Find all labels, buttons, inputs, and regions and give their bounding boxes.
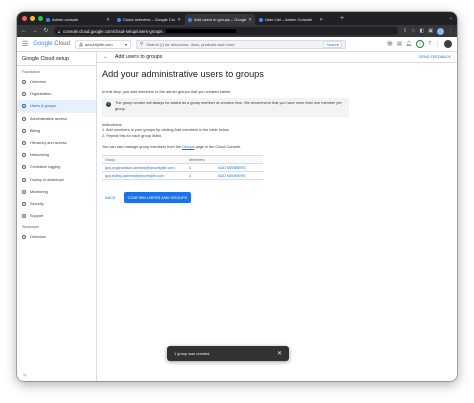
redacted-url-segment <box>165 29 236 33</box>
tab-close-icon[interactable]: ✕ <box>319 17 323 23</box>
group-email-link[interactable]: gcp-billing-admins@securitytile.com <box>102 174 189 178</box>
send-feedback-link[interactable]: SEND FEEDBACK <box>419 55 451 59</box>
bookmark-star-icon[interactable]: ☆ <box>411 28 415 34</box>
table-row: gcp-billing-admins@securitytile.com 1 AD… <box>102 172 263 180</box>
more-vert-icon[interactable]: ⋮ <box>435 41 440 47</box>
group-email-link[interactable]: gcp-organization-admins@securitytile.com <box>102 166 189 170</box>
manage-prefix: You can also manage group members from t… <box>102 145 183 149</box>
instruction-step: 2. Repeat this for each group listed. <box>102 133 162 138</box>
back-arrow-icon[interactable]: ← <box>21 28 27 34</box>
manage-suffix: page in the Cloud Console. <box>194 145 242 149</box>
manage-groups-text: You can also manage group members from t… <box>102 145 241 149</box>
tab-search-icon[interactable]: ⌄ <box>449 15 453 21</box>
gift-icon[interactable]: 🎁︎ <box>387 41 393 47</box>
tab-title: Admin console <box>52 17 79 22</box>
tab-close-icon[interactable]: ✕ <box>248 17 252 23</box>
project-picker[interactable]: ⁂ securitytile.com ▾ <box>74 39 131 49</box>
add-members-button[interactable]: ADD MEMBERS <box>218 166 263 170</box>
account-avatar[interactable] <box>444 40 452 48</box>
logo-brand: Google <box>33 41 53 47</box>
instruction-step: 1. Add members to your groups by clickin… <box>102 128 230 133</box>
extensions-icon[interactable]: ◧ <box>420 28 425 34</box>
help-icon[interactable]: ? <box>428 41 431 47</box>
google-cloud-logo[interactable]: Google Cloud <box>33 41 70 47</box>
share-icon[interactable]: ⇪ <box>403 28 407 34</box>
browser-toolbar: ← → ↻ 🔒︎ console.cloud.google.com/cloud-… <box>17 25 457 37</box>
lock-icon[interactable]: 🔒︎ <box>58 29 60 34</box>
tab-strip: Admin console ✕ Cloud overview – Google … <box>17 12 457 25</box>
table-header-row: Group Members <box>102 156 263 164</box>
cloud-shell-icon[interactable]: ▤ <box>397 41 402 47</box>
table-row: gcp-organization-admins@securitytile.com… <box>102 164 263 172</box>
page-body: Add your administrative users to groups … <box>17 63 457 381</box>
tab-title: User List – Admin Console <box>265 17 313 22</box>
browser-tab-cloud-overview[interactable]: Cloud overview – Google Clo... ✕ <box>114 14 184 25</box>
back-arrow-icon[interactable]: ← <box>103 54 109 60</box>
member-count: 1 <box>189 165 192 170</box>
project-icon: ⁂ <box>78 41 83 47</box>
console-body: Google Cloud setup Foundation Overview O… <box>17 52 457 381</box>
search-icon: ⚲ <box>139 41 144 46</box>
search-input[interactable]: Search (/) for resources, docs, products… <box>146 42 320 47</box>
browser-actions: ⇪ ☆ ◧ ▣ ⋮ <box>403 27 453 35</box>
tab-title: Add users to groups – Google... <box>194 17 247 22</box>
browser-tab-add-users[interactable]: Add users to groups – Google... ✕ <box>185 14 255 25</box>
snackbar-message: 1 group was created. <box>174 351 211 356</box>
close-icon[interactable]: ✕ <box>277 350 282 357</box>
profile-avatar[interactable] <box>437 27 444 35</box>
address-bar[interactable]: 🔒︎ console.cloud.google.com/cloud-setup/… <box>54 27 398 35</box>
search-bar[interactable]: ⚲ Search (/) for resources, docs, produc… <box>135 39 346 49</box>
free-trial-icon[interactable]: 7 <box>416 40 425 48</box>
snackbar: 1 group was created. ✕ <box>167 346 289 361</box>
column-header-group: Group <box>105 157 116 162</box>
browser-tab-user-list[interactable]: User List – Admin Console ✕ <box>256 14 326 25</box>
tab-favicon-icon <box>259 17 263 22</box>
address-url: console.cloud.google.com/cloud-setup/use… <box>63 28 163 34</box>
browser-window: Admin console ✕ Cloud overview – Google … <box>17 12 457 381</box>
project-name: securitytile.com <box>84 41 113 47</box>
chevron-down-icon: ▾ <box>124 41 127 47</box>
info-icon: ! <box>106 102 111 107</box>
intro-text: In this step, you add members to the adm… <box>102 89 232 94</box>
search-button[interactable]: Search <box>323 40 342 48</box>
info-note: ! The group creator will always be added… <box>102 98 349 117</box>
sidebar-panel-icon[interactable]: ▣ <box>428 28 433 34</box>
header-actions: 🎁︎ ▤ 🔔︎ 7 ? ⋮ <box>387 40 452 48</box>
confirm-users-groups-button[interactable]: CONFIRM USERS AND GROUPS <box>123 192 192 203</box>
column-header-members: Members <box>189 157 205 162</box>
page-heading: Add your administrative users to groups <box>102 69 264 79</box>
tab-favicon-icon <box>46 17 50 22</box>
back-button[interactable]: BACK <box>102 193 119 202</box>
instructions: Instructions: 1. Add members to your gro… <box>102 123 229 139</box>
note-text: The group creator will always be added a… <box>115 101 342 111</box>
groups-table: Group Members gcp-organization-admins@se… <box>102 155 263 180</box>
hamburger-menu-icon[interactable]: ☰ <box>22 40 28 48</box>
tab-favicon-icon <box>188 17 192 22</box>
member-count: 1 <box>189 173 192 178</box>
forward-arrow-icon[interactable]: → <box>32 28 38 34</box>
browser-menu-icon[interactable]: ⋮ <box>448 28 453 34</box>
minimize-window-button[interactable] <box>30 16 35 21</box>
tab-close-icon[interactable]: ✕ <box>177 17 181 23</box>
notifications-icon[interactable]: 🔔︎ <box>406 41 412 47</box>
tab-title: Cloud overview – Google Clo... <box>123 17 176 22</box>
logo-product: Cloud <box>52 41 70 47</box>
tab-close-icon[interactable]: ✕ <box>106 17 110 23</box>
browser-tab-admin-console[interactable]: Admin console ✕ <box>43 14 113 25</box>
reload-icon[interactable]: ↻ <box>43 28 49 34</box>
groups-link[interactable]: Groups <box>182 145 194 149</box>
page-header: ← Add users to groups SEND FEEDBACK <box>97 52 457 63</box>
add-members-button[interactable]: ADD MEMBERS <box>218 174 263 178</box>
window-controls <box>22 16 43 21</box>
page-title: Add users to groups <box>115 54 163 60</box>
step-actions: BACK CONFIRM USERS AND GROUPS <box>102 192 192 203</box>
main-panel: ← Add users to groups SEND FEEDBACK Add … <box>97 52 457 381</box>
new-tab-button[interactable]: + <box>340 14 344 23</box>
close-window-button[interactable] <box>22 16 27 21</box>
tab-favicon-icon <box>117 17 121 22</box>
console-header: ☰ Google Cloud ⁂ securitytile.com ▾ ⚲ Se… <box>17 37 457 52</box>
